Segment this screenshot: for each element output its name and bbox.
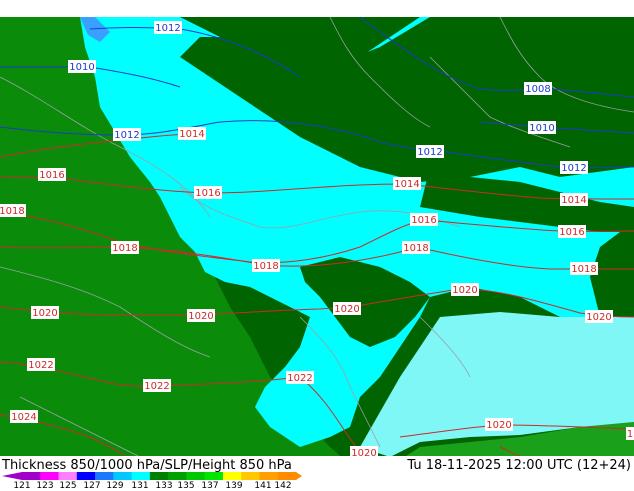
svg-text:1014: 1014 xyxy=(394,179,419,190)
isobar-label: 1016 xyxy=(410,213,438,226)
svg-text:1016: 1016 xyxy=(39,170,64,181)
isobar-label: 1010 xyxy=(528,121,556,134)
svg-text:1018: 1018 xyxy=(253,261,278,272)
scale-swatch xyxy=(149,472,169,480)
isobar-label: 1018 xyxy=(111,241,139,254)
svg-text:1020: 1020 xyxy=(486,420,511,431)
isobar-label: 1018 xyxy=(570,262,598,275)
svg-text:1018: 1018 xyxy=(0,206,25,217)
svg-text:1010: 1010 xyxy=(529,123,554,134)
svg-text:1018: 1018 xyxy=(403,243,428,254)
isobar-label: 1022 xyxy=(27,358,55,371)
isobar-label: 1020 xyxy=(485,418,513,431)
isobar-label: 1014 xyxy=(560,193,588,206)
svg-text:1012: 1012 xyxy=(561,163,586,174)
isobar-label: 1012 xyxy=(154,21,182,34)
svg-text:1012: 1012 xyxy=(417,147,442,158)
scale-swatch xyxy=(40,472,60,480)
isobar-label: 1014 xyxy=(393,177,421,190)
svg-text:1022: 1022 xyxy=(287,373,312,384)
svg-text:1016: 1016 xyxy=(195,188,220,199)
isobar-label: 1020 xyxy=(187,309,215,322)
scale-swatch xyxy=(204,472,224,480)
isobar-label: 1012 xyxy=(416,145,444,158)
svg-text:1020: 1020 xyxy=(32,308,57,319)
isobar-label: 1010 xyxy=(68,60,96,73)
isobar-label: 1008 xyxy=(524,82,552,95)
scale-swatch xyxy=(277,472,297,480)
isobar-label: 1016 xyxy=(38,168,66,181)
svg-text:1020: 1020 xyxy=(334,304,359,315)
scale-arrow-right xyxy=(296,472,302,480)
scale-swatch xyxy=(113,472,133,480)
scale-swatch xyxy=(168,472,187,480)
scale-swatch xyxy=(76,472,96,480)
svg-text:1018: 1018 xyxy=(112,243,137,254)
isobar-label: 1020 xyxy=(451,283,479,296)
scale-swatch xyxy=(22,472,41,480)
svg-text:1020: 1020 xyxy=(188,311,213,322)
isobar-label: 1 xyxy=(626,427,634,440)
svg-text:1: 1 xyxy=(627,429,633,440)
isobar-label: 1018 xyxy=(252,259,280,272)
svg-text:1012: 1012 xyxy=(114,130,139,141)
svg-text:1020: 1020 xyxy=(452,285,477,296)
isobar-label: 1012 xyxy=(560,161,588,174)
scale-arrow-left xyxy=(2,472,22,480)
svg-text:1016: 1016 xyxy=(411,215,436,226)
isobar-label: 1022 xyxy=(143,379,171,392)
svg-text:1010: 1010 xyxy=(69,62,94,73)
svg-text:1018: 1018 xyxy=(571,264,596,275)
isobar-label: 1018 xyxy=(0,204,26,217)
svg-text:1008: 1008 xyxy=(525,84,550,95)
scale-swatch xyxy=(186,472,206,480)
isobar-label: 1020 xyxy=(31,306,59,319)
svg-text:1012: 1012 xyxy=(155,23,180,34)
isobar-label: 1014 xyxy=(178,127,206,140)
isobar-label: 1016 xyxy=(558,225,586,238)
isobar-label: 1020 xyxy=(585,310,613,323)
scale-swatch xyxy=(241,472,260,480)
svg-text:1020: 1020 xyxy=(586,312,611,323)
isobar-label: 1024 xyxy=(10,410,38,423)
svg-text:1016: 1016 xyxy=(559,227,584,238)
isobar-label: 1016 xyxy=(194,186,222,199)
isobar-label: 1012 xyxy=(113,128,141,141)
scale-swatch xyxy=(222,472,242,480)
svg-text:1014: 1014 xyxy=(561,195,586,206)
svg-text:1024: 1024 xyxy=(11,412,36,423)
scale-swatch xyxy=(131,472,151,480)
scale-swatch xyxy=(95,472,114,480)
scale-swatch xyxy=(58,472,78,480)
weather-map: 1012 1010 1012 1014 1016 1018 1016 1018 … xyxy=(0,16,634,474)
scale-swatch xyxy=(259,472,279,480)
svg-text:1014: 1014 xyxy=(179,129,204,140)
map-footer: Thickness 850/1000 hPa/SLP/Height 850 hP… xyxy=(0,456,634,491)
svg-text:1022: 1022 xyxy=(28,360,53,371)
isobar-label: 1020 xyxy=(333,302,361,315)
isobar-label: 1022 xyxy=(286,371,314,384)
isobar-label: 1018 xyxy=(402,241,430,254)
svg-text:1022: 1022 xyxy=(144,381,169,392)
